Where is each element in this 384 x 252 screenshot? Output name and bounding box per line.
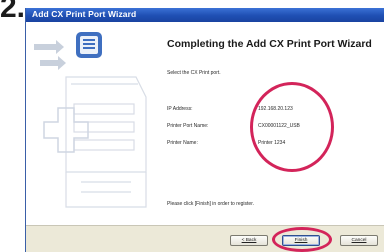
finish-button[interactable]: Finish bbox=[282, 235, 320, 246]
wizard-content: Completing the Add CX Print Port Wizard … bbox=[154, 22, 384, 225]
step-number: 2. bbox=[0, 0, 26, 24]
back-button[interactable]: < Back bbox=[230, 235, 268, 246]
instruction-text: Select the CX Print port. bbox=[167, 70, 221, 76]
printer-name-label: Printer Name: bbox=[167, 140, 198, 146]
printer-name-value: Printer 1234 bbox=[258, 140, 286, 146]
window-title: Add CX Print Port Wizard bbox=[32, 9, 137, 19]
ip-address-label: IP Address: bbox=[167, 106, 193, 112]
finish-button-label: Finish bbox=[294, 238, 308, 243]
printer-port-name-label: Printer Port Name: bbox=[167, 123, 209, 129]
cancel-button-label: Cancel bbox=[351, 238, 367, 243]
wizard-document-icon bbox=[76, 32, 102, 58]
title-bar[interactable]: Add CX Print Port Wizard bbox=[26, 8, 384, 22]
cancel-button[interactable]: Cancel bbox=[340, 235, 378, 246]
wizard-window: Add CX Print Port Wizard Completing the … bbox=[25, 8, 384, 252]
wizard-heading: Completing the Add CX Print Port Wizard bbox=[167, 38, 372, 50]
wizard-button-bar: < Back Finish Cancel bbox=[26, 225, 384, 252]
back-button-label: < Back bbox=[241, 238, 257, 243]
wizard-side-graphic bbox=[26, 22, 154, 225]
printer-port-name-value: CX00001122_USB bbox=[258, 123, 300, 129]
ip-address-value: 192.168.20.123 bbox=[258, 106, 293, 112]
footer-note: Please click [Finish] in order to regist… bbox=[167, 201, 254, 207]
